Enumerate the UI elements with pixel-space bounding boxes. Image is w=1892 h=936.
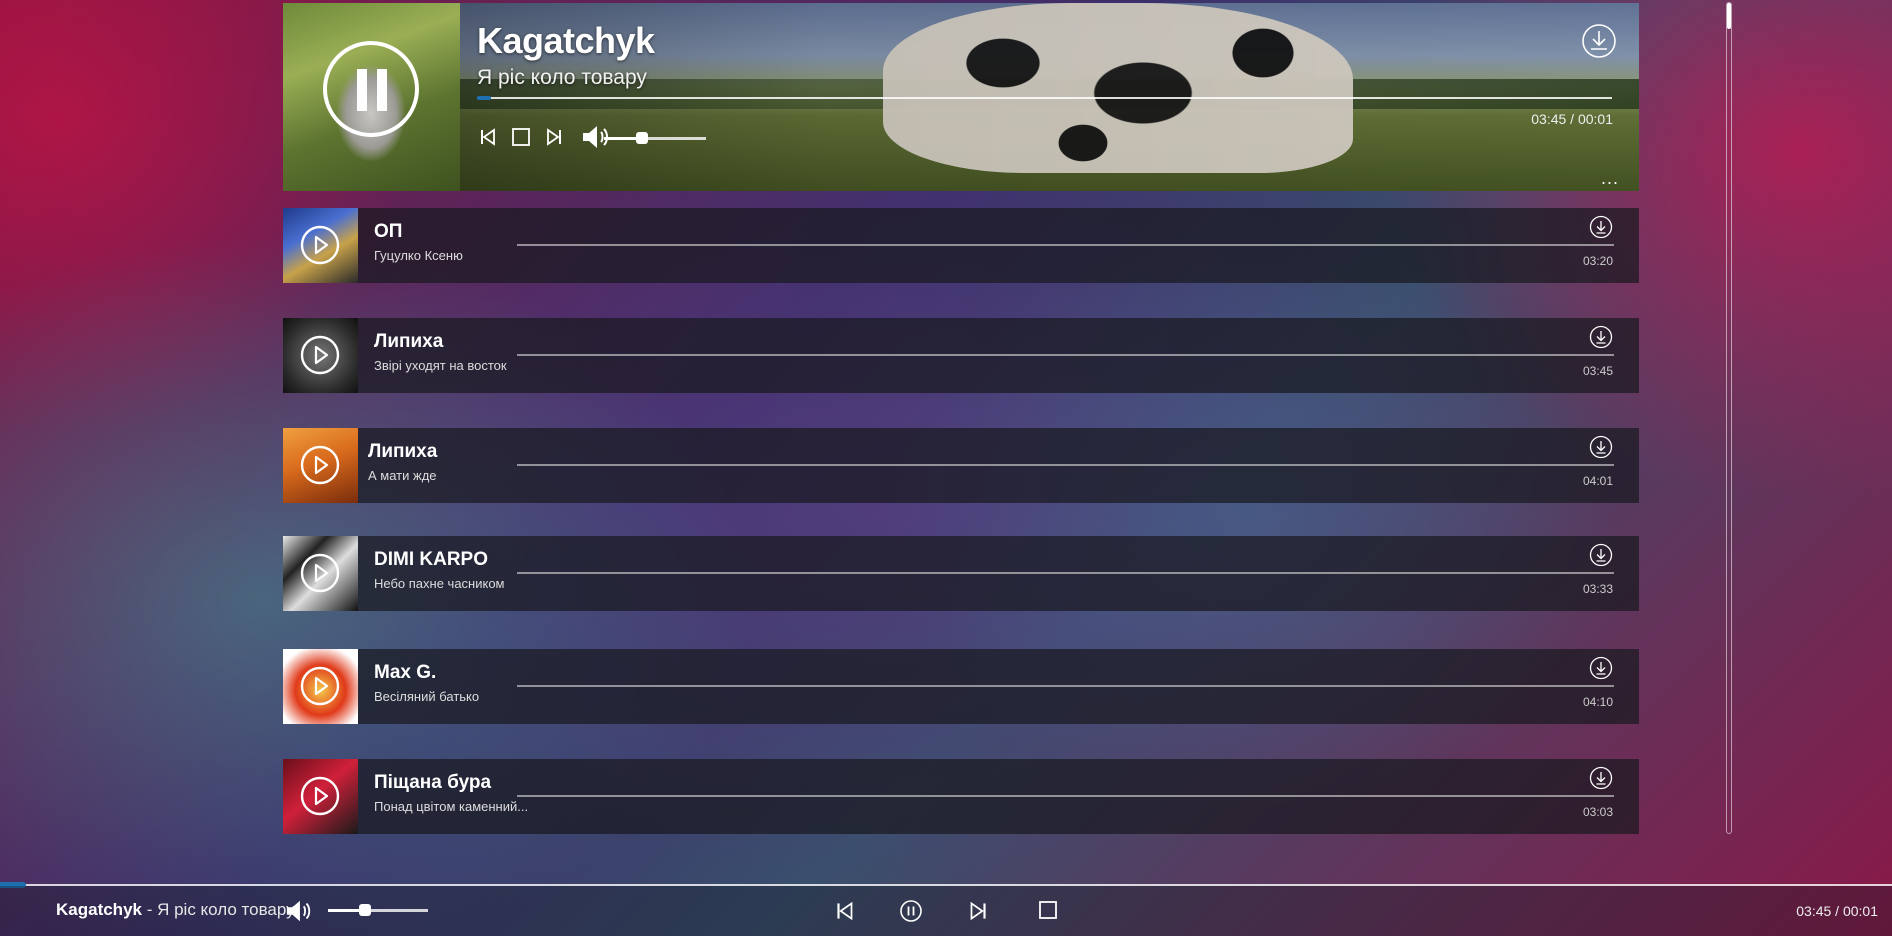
track-title: Звірі уходят на восток bbox=[374, 358, 507, 373]
now-playing-controls bbox=[476, 122, 612, 156]
track-progress-line[interactable] bbox=[517, 685, 1614, 687]
next-icon[interactable] bbox=[542, 125, 566, 154]
bottom-now-playing: Kagatchyk - Я ріс коло товару bbox=[56, 900, 295, 920]
volume-knob[interactable] bbox=[635, 132, 648, 144]
bottom-volume-slider[interactable] bbox=[328, 904, 428, 916]
previous-icon[interactable] bbox=[476, 125, 500, 154]
track-progress-line[interactable] bbox=[517, 572, 1614, 574]
track-row[interactable]: Липиха Звірі уходят на восток 03:45 bbox=[283, 318, 1639, 393]
track-row[interactable]: ОП Гуцулко Ксеню 03:20 bbox=[283, 208, 1639, 283]
track-duration: 04:10 bbox=[1582, 695, 1613, 709]
play-icon[interactable] bbox=[300, 445, 340, 485]
track-progress-line[interactable] bbox=[517, 354, 1614, 356]
track-row[interactable]: Max G. Весіляний батько 04:10 bbox=[283, 649, 1639, 724]
track-title: Небо пахне часником bbox=[374, 576, 505, 591]
now-playing-title: Я ріс коло товару bbox=[477, 66, 647, 89]
bottom-player-bar: Kagatchyk - Я ріс коло товару 03:45 / 00… bbox=[0, 886, 1892, 936]
scrollbar[interactable] bbox=[1726, 2, 1732, 834]
bottom-previous-icon[interactable] bbox=[832, 898, 858, 924]
track-title: Понад цвітом каменний... bbox=[374, 799, 529, 814]
play-icon[interactable] bbox=[300, 776, 340, 816]
play-icon[interactable] bbox=[300, 553, 340, 593]
download-icon[interactable] bbox=[1589, 766, 1613, 790]
bottom-pause-icon[interactable] bbox=[898, 898, 924, 924]
track-progress-line[interactable] bbox=[517, 795, 1614, 797]
track-title: Весіляний батько bbox=[374, 689, 480, 704]
track-progress-line[interactable] bbox=[517, 464, 1614, 466]
play-icon[interactable] bbox=[300, 335, 340, 375]
more-options-button[interactable]: ... bbox=[1601, 169, 1619, 187]
volume-slider[interactable] bbox=[604, 132, 706, 144]
now-playing-artist: Kagatchyk bbox=[477, 20, 655, 61]
track-row[interactable]: Липиха А мати жде 04:01 bbox=[283, 428, 1639, 503]
now-playing-progress-bar[interactable] bbox=[477, 96, 1612, 100]
track-artist: Max G. bbox=[374, 662, 437, 683]
bottom-volume-knob[interactable] bbox=[359, 904, 371, 916]
track-artist: Піщана бура bbox=[374, 772, 492, 793]
track-artist: DIMI KARPO bbox=[374, 549, 488, 570]
track-progress-line[interactable] bbox=[517, 244, 1614, 246]
track-row[interactable]: DIMI KARPO Небо пахне часником 03:33 bbox=[283, 536, 1639, 611]
bottom-next-icon[interactable] bbox=[965, 898, 991, 924]
download-icon[interactable] bbox=[1581, 23, 1617, 59]
bottom-time: 03:45 / 00:01 bbox=[1796, 903, 1878, 919]
bottom-title: Я ріс коло товару bbox=[157, 900, 295, 919]
play-icon[interactable] bbox=[300, 225, 340, 265]
now-playing-card: Kagatchyk Я ріс коло товару 03:45 / 00:0… bbox=[283, 3, 1639, 191]
track-title: А мати жде bbox=[368, 468, 437, 483]
now-playing-cover bbox=[283, 3, 460, 191]
track-artist: ОП bbox=[374, 221, 403, 242]
scrollbar-thumb[interactable] bbox=[1727, 3, 1731, 29]
track-artist: Липиха bbox=[374, 331, 444, 352]
now-playing-time: 03:45 / 00:01 bbox=[1531, 111, 1613, 127]
stop-icon[interactable] bbox=[510, 126, 532, 153]
track-artist: Липиха bbox=[368, 441, 438, 462]
progress-fill bbox=[477, 96, 491, 100]
track-duration: 03:20 bbox=[1582, 254, 1613, 268]
track-duration: 03:03 bbox=[1582, 805, 1613, 819]
download-icon[interactable] bbox=[1589, 325, 1613, 349]
track-row[interactable]: Піщана бура Понад цвітом каменний... 03:… bbox=[283, 759, 1639, 834]
track-duration: 03:33 bbox=[1582, 582, 1613, 596]
pause-button[interactable] bbox=[323, 41, 419, 137]
bottom-artist: Kagatchyk bbox=[56, 900, 142, 919]
track-duration: 04:01 bbox=[1582, 474, 1613, 488]
play-icon[interactable] bbox=[300, 666, 340, 706]
track-duration: 03:45 bbox=[1582, 364, 1613, 378]
download-icon[interactable] bbox=[1589, 656, 1613, 680]
track-title: Гуцулко Ксеню bbox=[374, 248, 463, 263]
download-icon[interactable] bbox=[1589, 215, 1613, 239]
download-icon[interactable] bbox=[1589, 435, 1613, 459]
bottom-separator: - bbox=[141, 900, 158, 919]
download-icon[interactable] bbox=[1589, 543, 1613, 567]
bottom-volume-icon[interactable] bbox=[284, 897, 314, 925]
bottom-stop-icon[interactable] bbox=[1036, 898, 1062, 924]
